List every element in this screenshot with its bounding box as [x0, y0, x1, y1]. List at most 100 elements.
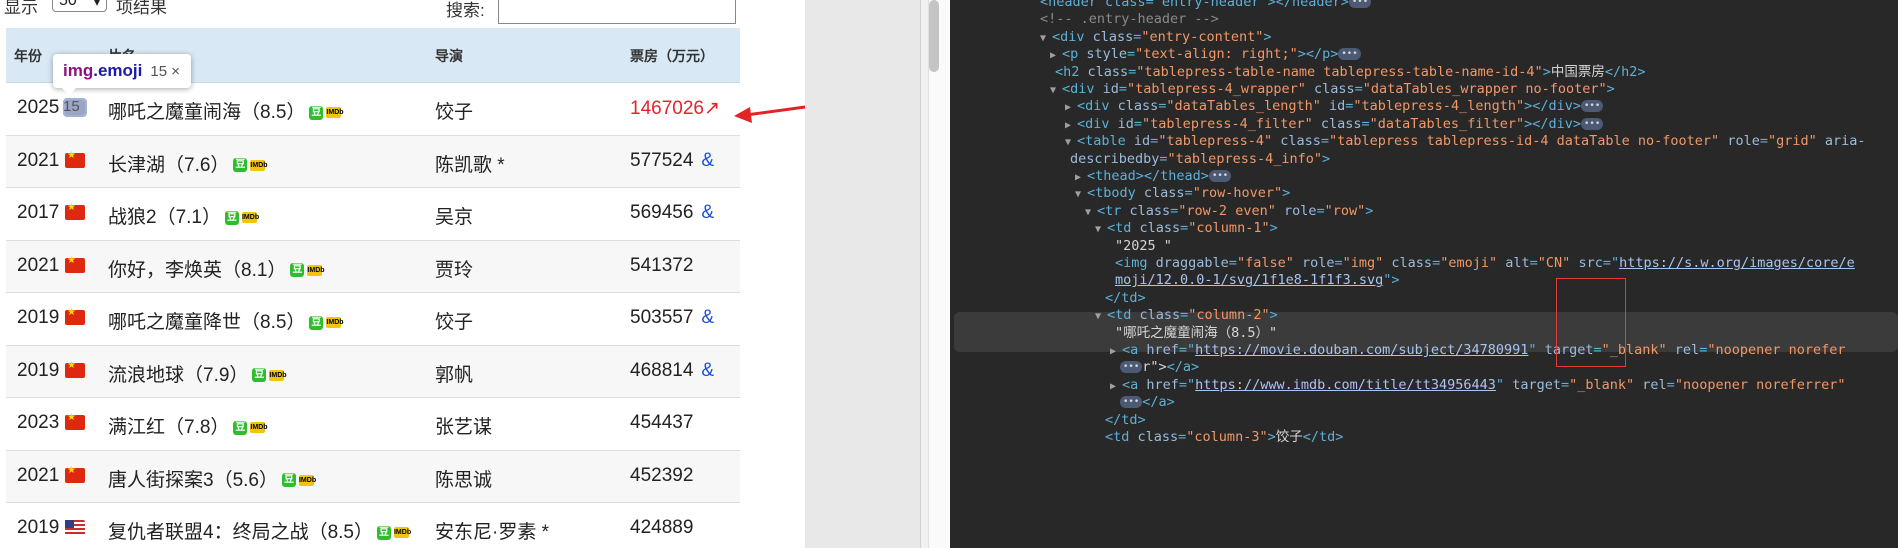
dom-attr-name: id [1117, 115, 1134, 132]
box-office-value: 569456 [630, 202, 694, 223]
dom-attr-name: class [1087, 63, 1129, 80]
imdb-link-icon[interactable]: IMDb [298, 474, 316, 486]
director-cell: 饺子 [435, 312, 474, 333]
dom-tag-open: <img [1115, 255, 1156, 271]
note-link[interactable]: & [701, 150, 714, 171]
dom-attr-value: "text-align: right;" [1135, 46, 1298, 63]
dom-tag-close: </header> [1275, 0, 1349, 10]
year-cell: 2023 [17, 412, 60, 433]
dom-tag-close: > [1267, 429, 1276, 445]
imdb-link-icon[interactable]: IMDb [307, 264, 325, 276]
dom-attr-name: class [1117, 98, 1159, 115]
director-cell: 陈凯歌 * [435, 154, 505, 176]
ellipsis-icon[interactable]: ••• [1208, 170, 1232, 182]
header-director[interactable]: 导演 [435, 46, 463, 66]
douban-link-icon[interactable]: 豆 [309, 105, 324, 120]
dom-attr-link[interactable]: https://www.imdb.com/title/tt34956443 [1195, 377, 1496, 393]
expand-toggle-icon[interactable]: ▼ [1095, 219, 1107, 240]
dom-attr-name: class [1139, 307, 1181, 324]
header-box-office[interactable]: 票房（万元） [630, 46, 714, 66]
search-input[interactable] [498, 0, 736, 24]
douban-link-icon[interactable]: 豆 [290, 263, 305, 278]
douban-link-icon[interactable]: 豆 [224, 210, 239, 225]
dom-tag-open: <h2 [1055, 63, 1088, 80]
title-cell: 长津湖（7.6）豆 IMDb [108, 150, 268, 177]
box-office-value: 454437 [630, 412, 694, 433]
dom-attr-name: rel [1642, 376, 1667, 393]
note-link[interactable]: & [701, 307, 714, 328]
box-office-value: 503557 [630, 307, 694, 328]
dom-attr-link[interactable]: https://movie.douban.com/subject/3478099… [1195, 342, 1528, 358]
douban-link-icon[interactable]: 豆 [281, 473, 296, 488]
dom-attr-name: draggable [1155, 255, 1229, 271]
dom-attr-name: id [1102, 81, 1119, 97]
dom-tag-close: ></div> [1524, 98, 1581, 115]
expand-toggle-icon[interactable]: ▼ [1050, 80, 1062, 101]
movie-title: 哪吒之魔童闹海（8.5） [108, 102, 306, 123]
tooltip-tag: img [63, 61, 94, 80]
header-year[interactable]: 年份 [14, 46, 42, 66]
box-office-cell: 454437 [630, 412, 701, 434]
box-office-cell: 424889 [630, 517, 701, 539]
director-cell: 饺子 [435, 102, 474, 123]
dom-attr-name: rel [1674, 342, 1700, 358]
dom-attr-name: src [1578, 255, 1603, 271]
webpage-pane: 显示 50 ▾ 项结果 搜索: 年份 片名 导演 票房（万元） 2025哪吒之魔… [0, 0, 920, 548]
dom-attr-value: "img" [1342, 255, 1384, 271]
title-cell: 哪吒之魔童降世（8.5）豆 IMDb [108, 307, 344, 334]
dom-node-line[interactable]: ▶ <a href="https://www.imdb.com/title/tt3… [1110, 375, 1846, 396]
ellipsis-icon[interactable]: ••• [1338, 48, 1361, 61]
director-cell: 吴京 [435, 207, 474, 228]
scrollbar-thumb[interactable] [929, 0, 939, 72]
dom-attr-value: "grid" [1767, 133, 1817, 150]
imdb-link-icon[interactable]: IMDb [241, 212, 259, 224]
note-link[interactable]: & [701, 202, 714, 223]
cn-flag-icon [65, 307, 85, 325]
imdb-link-icon[interactable]: IMDb [250, 422, 268, 434]
ellipsis-icon[interactable]: ••• [1120, 361, 1143, 374]
dom-attr-value: "row-2 even" [1178, 202, 1276, 219]
show-label: 显示 [4, 0, 38, 17]
dom-attr-name: role [1301, 255, 1335, 271]
dom-attr-link[interactable]: moji/12.0.0-1/svg/1f1e8-1f1f3.svg [1115, 272, 1383, 288]
scrollbar-track[interactable] [928, 0, 949, 548]
dom-attr-name: class [1280, 133, 1321, 150]
expand-toggle-icon[interactable]: ▼ [1095, 306, 1107, 327]
douban-link-icon[interactable]: 豆 [376, 525, 391, 540]
dom-attr-value: "noopener noreferrer" [1674, 376, 1846, 393]
imdb-link-icon[interactable]: IMDb [393, 527, 411, 539]
dom-node-line[interactable]: <td class="column-3">饺子</td> [1105, 427, 1343, 448]
table-controls: 显示 50 ▾ 项结果 搜索: [0, 0, 740, 26]
dom-text-node: 饺子 [1275, 429, 1303, 445]
note-link[interactable]: & [701, 360, 714, 381]
dom-tag-end: </a> [1142, 394, 1175, 411]
dom-attr-name: id [1329, 98, 1346, 115]
dom-attr-name: class [1092, 28, 1134, 45]
douban-link-icon[interactable]: 豆 [233, 420, 248, 435]
box-office-cell: 1467026↗ [630, 97, 728, 120]
imdb-link-icon[interactable]: IMDb [250, 159, 268, 171]
imdb-link-icon[interactable]: IMDb [269, 369, 287, 381]
page-size-select[interactable]: 50 ▾ [52, 0, 107, 12]
ellipsis-icon[interactable]: ••• [1581, 117, 1604, 130]
title-cell: 流浪地球（7.9）豆 IMDb [108, 360, 287, 387]
ellipsis-icon[interactable]: ••• [1120, 396, 1143, 409]
dom-node-line[interactable]: ▶ <a href="https://movie.douban.com/subje… [1110, 340, 1846, 361]
dom-attr-name: role [1283, 202, 1317, 219]
dom-attr-value: "tablepress-4_length" [1353, 98, 1525, 115]
imdb-link-icon[interactable]: IMDb [326, 107, 344, 119]
imdb-link-icon[interactable]: IMDb [326, 317, 344, 329]
dom-attr-value: "emoji" [1440, 255, 1498, 271]
ellipsis-icon[interactable]: ••• [1348, 0, 1372, 8]
douban-link-icon[interactable]: 豆 [309, 315, 324, 330]
director-cell: 贾玲 [435, 259, 474, 281]
devtools-elements-pane: <header class="entry-header"></header> ••… [950, 0, 1898, 548]
table-body: 2025哪吒之魔童闹海（8.5）豆IMDb饺子1467026↗2021长津湖（7… [6, 83, 740, 548]
dom-attr-link[interactable]: https://s.w.org/images/core/e [1619, 255, 1855, 271]
dom-tag-close: > [1263, 28, 1272, 45]
ellipsis-icon[interactable]: ••• [1581, 100, 1604, 113]
dom-node-line[interactable]: moji/12.0.0-1/svg/1f1e8-1f1f3.svg"> [1115, 270, 1399, 291]
douban-link-icon[interactable]: 豆 [252, 368, 267, 383]
douban-link-icon[interactable]: 豆 [233, 158, 248, 173]
box-office-cell: 452392 [630, 465, 701, 487]
